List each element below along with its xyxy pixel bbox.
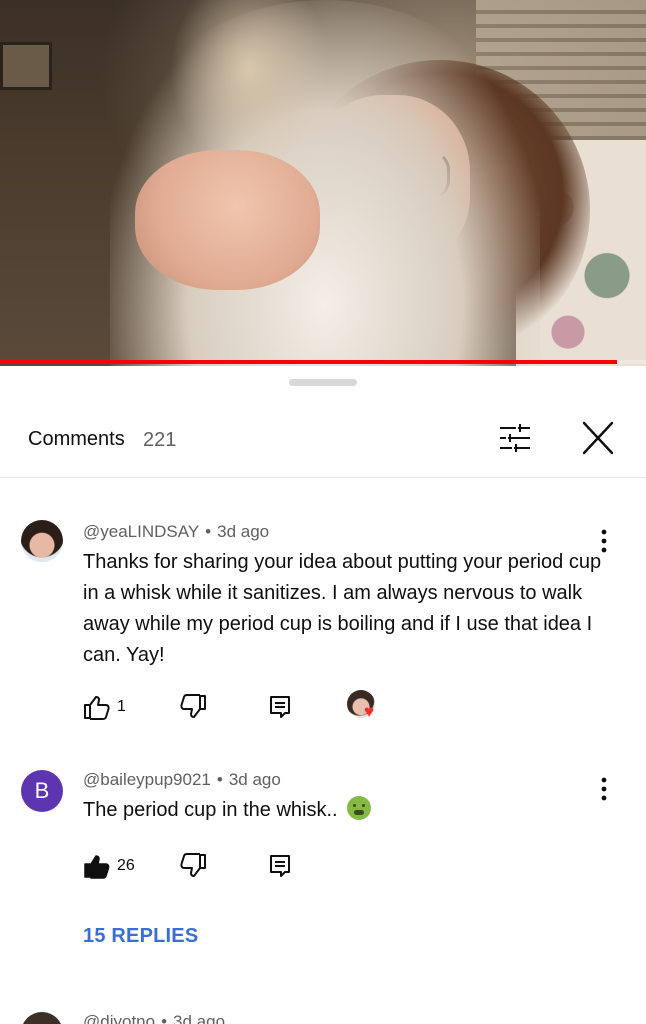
more-options-icon[interactable] — [592, 774, 616, 804]
view-replies-button[interactable]: 15 REPLIES — [83, 925, 198, 948]
thumbs-up-filled-icon — [84, 855, 110, 879]
close-icon[interactable] — [578, 420, 618, 456]
comment-actions: 1 ♥ — [83, 690, 483, 724]
like-button[interactable]: 26 — [83, 851, 135, 881]
avatar[interactable] — [21, 520, 63, 562]
comment-age: 3d ago — [173, 1012, 226, 1024]
comment-text-row: The period cup in the whisk.. — [83, 795, 603, 826]
like-count: 26 — [117, 857, 135, 874]
like-count: 1 — [117, 698, 126, 715]
comments-header: Comments 221 — [0, 414, 646, 478]
creator-heart-badge: ♥ — [347, 690, 383, 724]
dislike-button[interactable] — [179, 851, 207, 881]
meta-separator: • — [205, 522, 212, 541]
wall-picture — [0, 42, 52, 90]
comment-item: @yeaLINDSAY • 3d ago Thanks for sharing yo… — [0, 516, 646, 736]
like-button[interactable]: 1 — [83, 692, 126, 722]
person-hand — [135, 150, 320, 290]
comment-text: Thanks for sharing your idea about putti… — [83, 551, 602, 666]
thumbs-up-icon — [84, 696, 110, 720]
reply-comment-icon — [270, 855, 290, 877]
comments-sheet: Comments 221 @yeaLINDSAY • 3d ago Thanks… — [0, 366, 646, 1024]
comment-meta: @diyotno • 3d ago — [83, 1012, 225, 1024]
comment-age: 3d ago — [217, 522, 270, 541]
avatar[interactable]: B — [21, 770, 63, 812]
comments-title: Comments — [28, 428, 125, 450]
heart-icon: ♥ — [364, 702, 375, 721]
meta-separator: • — [161, 1012, 168, 1024]
meta-separator: • — [216, 770, 223, 789]
reply-button[interactable] — [269, 692, 291, 722]
dislike-button[interactable] — [179, 692, 207, 722]
comment-meta: @baileypup9021 • 3d ago — [83, 770, 281, 790]
thumbs-down-icon — [180, 853, 206, 877]
video-player[interactable] — [0, 0, 646, 366]
comment-author[interactable]: @baileypup9021 — [83, 770, 211, 789]
reply-comment-icon — [270, 696, 290, 718]
comment-author[interactable]: @yeaLINDSAY — [83, 522, 199, 541]
comments-count: 221 — [143, 429, 177, 451]
comment-text: The period cup in the whisk.. — [83, 799, 338, 821]
comment-item: B @baileypup9021 • 3d ago The period cup i… — [0, 764, 646, 954]
comment-author[interactable]: @diyotno — [83, 1012, 155, 1024]
comment-meta: @yeaLINDSAY • 3d ago — [83, 522, 269, 542]
thumbs-down-icon — [180, 694, 206, 718]
video-progress-bar[interactable] — [0, 360, 646, 364]
nauseated-face-icon — [347, 796, 372, 820]
comment-actions: 26 — [83, 851, 483, 881]
reply-button[interactable] — [269, 851, 291, 881]
avatar[interactable] — [21, 1012, 63, 1024]
video-progress-fill — [0, 360, 617, 364]
sheet-drag-handle[interactable] — [289, 379, 357, 386]
comment-item: @diyotno • 3d ago — [0, 1010, 646, 1024]
filter-sliders-icon[interactable] — [496, 422, 534, 454]
more-options-icon[interactable] — [592, 526, 616, 556]
comment-age: 3d ago — [228, 770, 281, 789]
